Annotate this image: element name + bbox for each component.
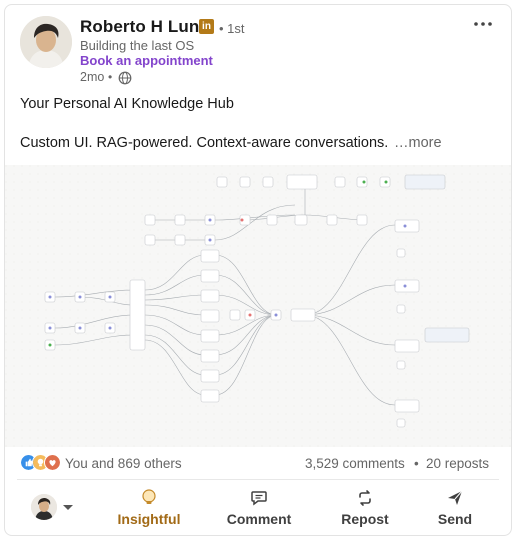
author-avatar[interactable] <box>20 16 72 68</box>
post-text-line-1: Your Personal AI Knowledge Hub <box>20 96 234 112</box>
send-label: Send <box>437 511 473 527</box>
feed-post-card: Roberto H Luna in • 1st Building the las… <box>4 4 512 536</box>
reaction-icons[interactable] <box>20 454 64 472</box>
actor-switch-chevron-icon[interactable] <box>63 505 73 510</box>
timestamp-separator: • <box>108 70 113 84</box>
actor-avatar[interactable] <box>31 494 57 520</box>
send-button[interactable]: Send <box>425 489 485 531</box>
linkedin-premium-icon: in <box>199 19 214 34</box>
insightful-button[interactable]: Insightful <box>109 489 189 531</box>
repost-label: Repost <box>341 511 389 527</box>
globe-icon <box>118 71 132 85</box>
comment-label: Comment <box>226 511 292 527</box>
reactions-summary[interactable]: You and 869 others <box>65 456 182 471</box>
love-icon <box>44 454 61 471</box>
social-counts-row: You and 869 others 3,529 comments • 20 r… <box>5 452 511 474</box>
insightful-label: Insightful <box>117 511 181 527</box>
connection-degree: • 1st <box>219 21 245 36</box>
comment-button[interactable]: Comment <box>219 489 299 531</box>
post-timestamp[interactable]: 2mo <box>80 70 104 84</box>
lightbulb-icon <box>142 489 156 504</box>
reposts-count[interactable]: 20 reposts <box>426 456 489 471</box>
comments-count[interactable]: 3,529 comments <box>305 456 405 471</box>
author-headline: Building the last OS <box>80 38 195 53</box>
send-icon <box>448 490 463 505</box>
comment-icon <box>251 491 267 506</box>
post-media-image[interactable] <box>5 165 511 447</box>
workflow-diagram-image <box>5 165 511 447</box>
post-text-line-2: Custom UI. RAG-powered. Context-aware co… <box>20 135 389 151</box>
author-name[interactable]: Roberto H Luna <box>80 17 209 37</box>
post-action-bar: Insightful Comment Repost Send <box>5 481 511 535</box>
repost-icon <box>359 490 371 506</box>
repost-button[interactable]: Repost <box>329 489 401 531</box>
action-divider <box>17 479 499 480</box>
see-more-link[interactable]: …more <box>394 135 442 151</box>
counts-separator: • <box>414 456 419 471</box>
more-options-icon[interactable] <box>471 13 495 33</box>
book-appointment-link[interactable]: Book an appointment <box>80 53 213 68</box>
